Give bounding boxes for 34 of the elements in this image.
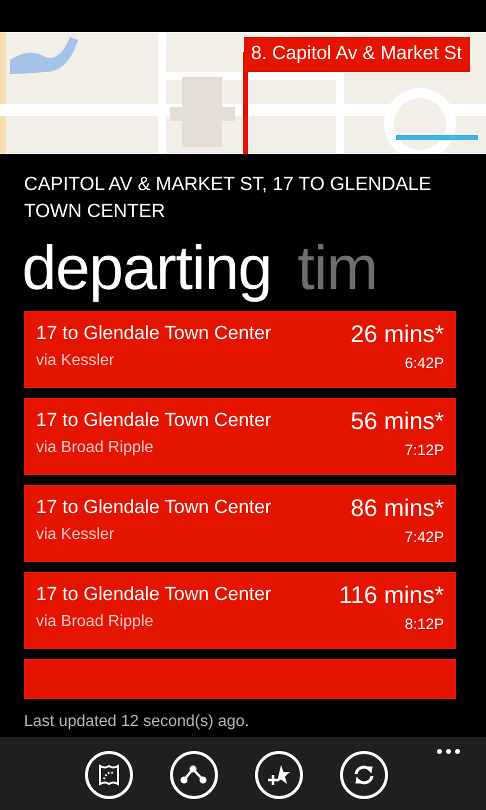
last-updated: Last updated 12 second(s) ago. xyxy=(23,712,250,732)
departure-card[interactable]: 17 to Glendale Town Center via Kessler 26 mins* 6:42P xyxy=(24,311,456,388)
refresh-icon xyxy=(352,763,376,787)
route-via: via Kessler xyxy=(36,525,114,545)
departure-time: 8:12P xyxy=(404,615,444,635)
map-button[interactable] xyxy=(84,751,132,799)
route-via: via Broad Ripple xyxy=(36,438,154,458)
route-icon xyxy=(180,765,208,785)
route-name: 17 to Glendale Town Center xyxy=(36,322,272,346)
departure-time: 6:42P xyxy=(404,354,444,374)
add-favorite-icon xyxy=(266,763,290,787)
arrival-eta: 116 mins* xyxy=(339,582,444,610)
pivot-tab[interactable]: departing xyxy=(22,233,272,311)
departure-time: 7:42P xyxy=(404,528,444,548)
pivot-tab[interactable]: tim xyxy=(298,233,378,311)
departure-time: 7:12P xyxy=(404,441,444,461)
route-button[interactable] xyxy=(170,751,218,799)
route-via: via Broad Ripple xyxy=(36,612,154,632)
route-via: via Kessler xyxy=(36,351,114,371)
route-name: 17 to Glendale Town Center xyxy=(36,409,272,433)
departure-card[interactable]: 17 to Glendale Town Center via Broad Ripple 116 mins* 8:12P xyxy=(24,572,456,649)
stop-title: CAPITOL AV & MARKET ST, 17 TO GLENDALE TOWN CENTER xyxy=(23,173,432,224)
route-name: 17 to Glendale Town Center xyxy=(36,496,272,520)
refresh-button[interactable] xyxy=(340,751,388,799)
arrival-eta: 56 mins* xyxy=(350,408,444,436)
map-icon xyxy=(96,763,120,787)
route-name: 17 to Glendale Town Center xyxy=(36,583,272,607)
favorite-button[interactable] xyxy=(254,751,302,799)
arrival-eta: 26 mins* xyxy=(350,321,444,349)
map-pin-label: 8. Capitol Av & Market St xyxy=(244,37,470,72)
departure-card[interactable]: 17 to Glendale Town Center via Broad Ripple 56 mins* 7:12P xyxy=(24,398,456,475)
arrival-eta: 86 mins* xyxy=(350,495,444,523)
more-icon[interactable] xyxy=(437,749,460,754)
departure-card[interactable]: 17 to Glendale Town Center via Kessler 86 mins* 7:42P xyxy=(24,485,456,562)
